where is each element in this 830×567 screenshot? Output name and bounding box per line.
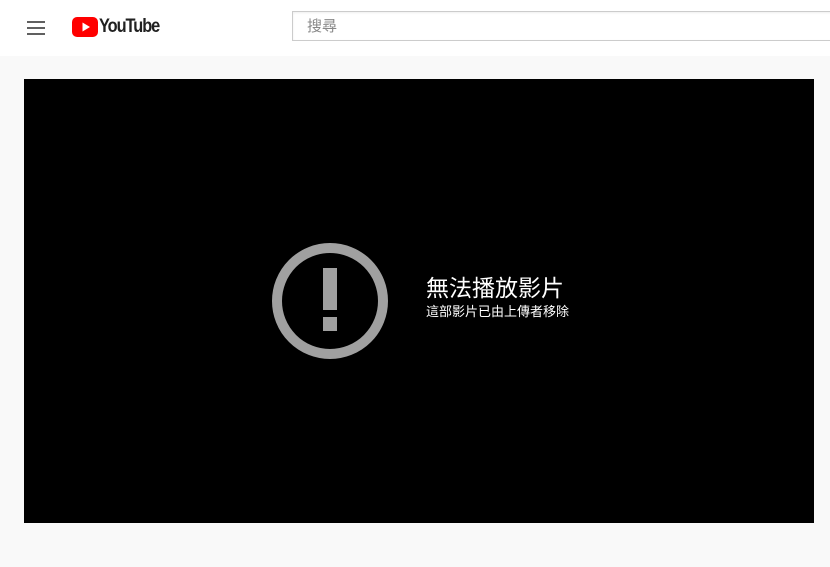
masthead: YouTube [0, 0, 830, 56]
hamburger-menu-icon[interactable] [24, 16, 48, 40]
error-title: 無法播放影片 [426, 276, 564, 302]
exclamation-circle-icon [272, 243, 388, 359]
search-input[interactable] [305, 16, 809, 36]
youtube-play-icon [72, 17, 98, 37]
search-box[interactable] [292, 11, 830, 41]
video-player[interactable]: 無法播放影片 這部影片已由上傳者移除 [24, 79, 814, 523]
error-message: 無法播放影片 這部影片已由上傳者移除 [426, 274, 569, 322]
error-reason: 這部影片已由上傳者移除 [426, 305, 570, 320]
youtube-logo[interactable]: YouTube [72, 16, 169, 38]
logo-text: YouTube [99, 16, 160, 37]
